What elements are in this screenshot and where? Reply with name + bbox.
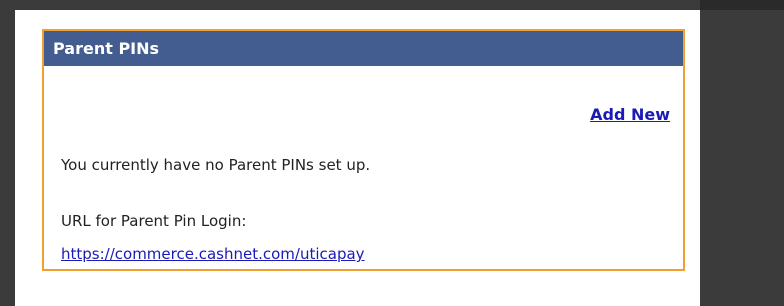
- window-edge: [700, 0, 784, 10]
- page-background: Parent PINs Add New You currently have n…: [15, 10, 700, 306]
- no-pins-message: You currently have no Parent PINs set up…: [61, 156, 371, 174]
- add-new-link[interactable]: Add New: [590, 105, 670, 124]
- parent-pins-panel: Parent PINs Add New You currently have n…: [42, 29, 685, 271]
- parent-pin-login-url-link[interactable]: https://commerce.cashnet.com/uticapay: [61, 245, 365, 263]
- panel-header: Parent PINs: [44, 31, 683, 66]
- panel-title: Parent PINs: [53, 39, 160, 58]
- url-label: URL for Parent Pin Login:: [61, 212, 247, 230]
